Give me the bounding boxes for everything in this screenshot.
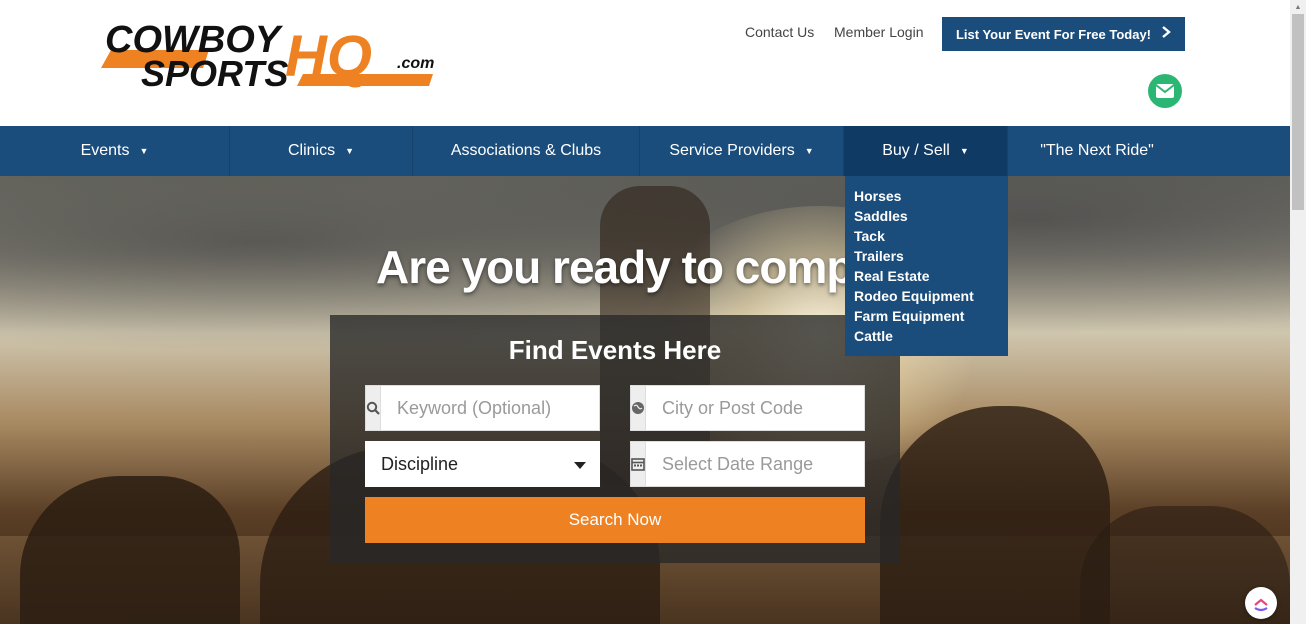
- date-field: [630, 441, 894, 487]
- search-icon: [366, 386, 381, 430]
- envelope-icon[interactable]: [1148, 74, 1182, 108]
- nav-item-label: "The Next Ride": [1040, 142, 1154, 159]
- scroll-up-arrow-icon[interactable]: ▲: [1290, 0, 1306, 14]
- contact-us-link[interactable]: Contact Us: [745, 24, 814, 40]
- nav-item-label: Events: [80, 142, 130, 159]
- logo-graphic: COWBOY SPORTS HQ .com: [101, 19, 434, 90]
- site-logo[interactable]: COWBOY SPORTS HQ .com: [97, 16, 443, 90]
- dropdown-item-real-estate[interactable]: Real Estate: [854, 266, 999, 286]
- nav-item-clinics[interactable]: Clinics ▼: [230, 126, 413, 176]
- keyword-input[interactable]: [381, 386, 629, 430]
- nav-item-label: Associations & Clubs: [450, 142, 602, 159]
- main-nav: Events ▼ Clinics ▼ Associations & Clubs …: [0, 126, 1290, 176]
- dropdown-item-trailers[interactable]: Trailers: [854, 246, 999, 266]
- dropdown-item-tack[interactable]: Tack: [854, 226, 999, 246]
- buy-sell-dropdown: Horses Saddles Tack Trailers Real Estate…: [845, 176, 1008, 356]
- site-header: COWBOY SPORTS HQ .com Contact Us Member …: [0, 0, 1290, 126]
- search-title: Find Events Here: [508, 335, 722, 365]
- nav-item-associations[interactable]: Associations & Clubs: [413, 126, 640, 176]
- nav-item-next-ride[interactable]: "The Next Ride": [1008, 126, 1186, 176]
- nav-item-events[interactable]: Events ▼: [0, 126, 230, 176]
- rider-left-silhouette: [20, 476, 240, 624]
- nav-item-label: Clinics: [287, 142, 336, 159]
- calendar-icon: [631, 442, 646, 486]
- nav-item-service-providers[interactable]: Service Providers ▼: [640, 126, 844, 176]
- search-now-button[interactable]: Search Now: [365, 497, 865, 543]
- location-field: [630, 385, 894, 431]
- dropdown-item-horses[interactable]: Horses: [854, 186, 999, 206]
- caret-down-icon: ▼: [139, 146, 149, 156]
- location-input[interactable]: [646, 386, 894, 430]
- caret-down-icon: ▼: [345, 146, 355, 156]
- dropdown-item-saddles[interactable]: Saddles: [854, 206, 999, 226]
- chevron-right-icon: [1161, 25, 1171, 44]
- logo-text-hq: HQ: [285, 24, 372, 89]
- list-event-button[interactable]: List Your Event For Free Today!: [942, 17, 1185, 51]
- nav-item-buy-sell[interactable]: Buy / Sell ▼: [844, 126, 1008, 176]
- scrollbar-thumb[interactable]: [1292, 14, 1304, 210]
- assistant-widget-icon[interactable]: [1245, 587, 1277, 619]
- discipline-value: Discipline: [381, 453, 459, 474]
- keyword-field: [365, 385, 629, 431]
- nav-item-label: Service Providers: [669, 142, 795, 159]
- dropdown-item-cattle[interactable]: Cattle: [854, 326, 999, 346]
- dropdown-item-farm-equipment[interactable]: Farm Equipment: [854, 306, 999, 326]
- dropdown-arrow-icon: [574, 454, 586, 475]
- logo-text-com: .com: [397, 55, 434, 72]
- logo-text-sports: SPORTS: [141, 53, 288, 90]
- date-range-input[interactable]: [646, 442, 894, 486]
- list-event-label: List Your Event For Free Today!: [955, 26, 1152, 42]
- discipline-select[interactable]: Discipline: [365, 441, 600, 487]
- member-login-link[interactable]: Member Login: [834, 24, 924, 40]
- caret-down-icon: ▼: [959, 146, 969, 156]
- globe-icon: [631, 386, 646, 430]
- caret-down-icon: ▼: [804, 146, 814, 156]
- dropdown-item-rodeo-equipment[interactable]: Rodeo Equipment: [854, 286, 999, 306]
- nav-item-label: Buy / Sell: [882, 142, 950, 159]
